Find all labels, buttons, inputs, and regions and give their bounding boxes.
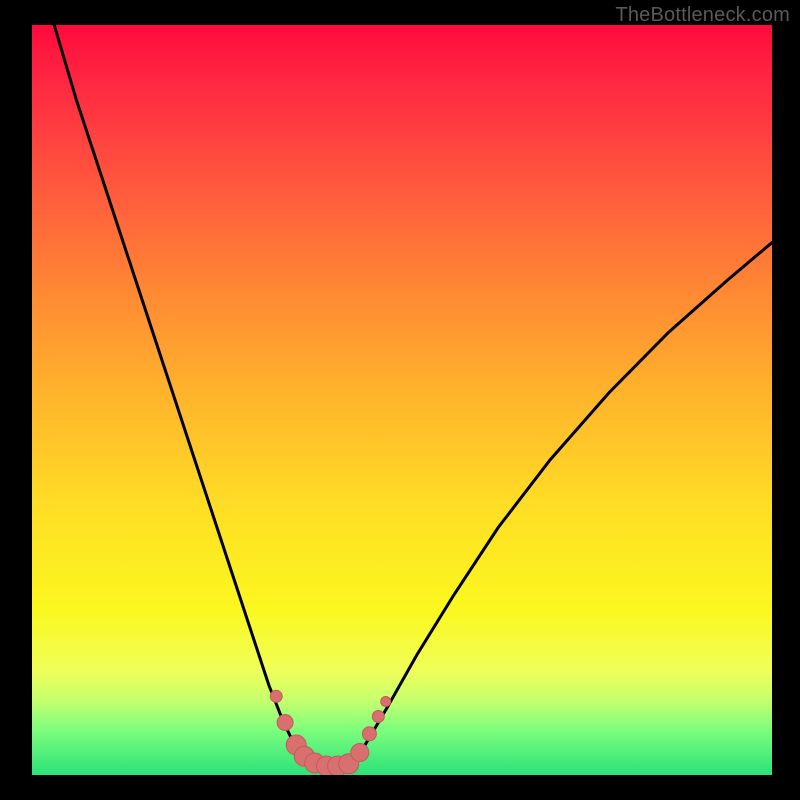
plot-area [32, 25, 772, 775]
curve-layer [54, 25, 772, 766]
data-point-marker [277, 715, 293, 731]
data-point-marker [381, 697, 391, 707]
data-point-marker [351, 744, 369, 762]
data-point-marker [362, 727, 376, 741]
chart-svg [32, 25, 772, 775]
watermark-text: TheBottleneck.com [615, 4, 790, 27]
data-point-marker [372, 711, 384, 723]
bottleneck-curve [54, 25, 772, 766]
data-point-marker [270, 690, 282, 702]
chart-frame: TheBottleneck.com [0, 0, 800, 800]
